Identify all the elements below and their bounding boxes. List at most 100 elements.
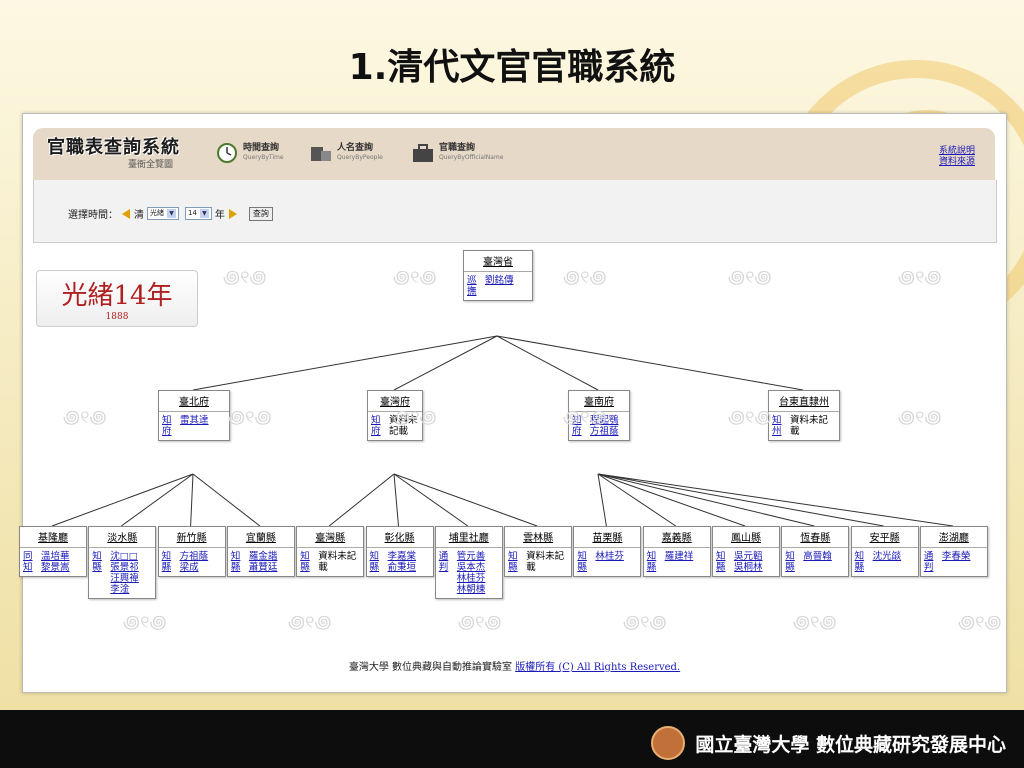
- unit-name-link[interactable]: 彰化縣: [366, 527, 433, 548]
- node-county: 鳳山縣知縣 吳元韜 吳桐林: [712, 526, 780, 577]
- official-name-link[interactable]: 張景祁: [110, 562, 139, 573]
- official-name-link[interactable]: 沈□□: [110, 551, 139, 562]
- cloud-pattern-icon: ꩜୧꩜: [728, 407, 772, 428]
- node-county: 彰化縣知縣 李嘉棠 俞秉垣: [365, 526, 434, 577]
- unit-name-link[interactable]: 基隆廳: [20, 527, 86, 548]
- node-county: 雲林縣 知縣 資料未記載: [504, 526, 573, 577]
- tree-connector-line: [496, 335, 599, 391]
- official-name-link[interactable]: 梁成: [180, 562, 209, 573]
- unit-name-link[interactable]: 臺灣省: [464, 251, 532, 272]
- node-county: 宜蘭縣知縣 羅金諧 蕭贊廷: [226, 526, 295, 577]
- cloud-pattern-icon: ꩜୧꩜: [123, 612, 167, 633]
- official-name-link[interactable]: 劉銘傳: [485, 275, 514, 286]
- office-title-link[interactable]: 知府: [162, 415, 174, 437]
- official-name-link[interactable]: 溫培華: [41, 551, 70, 562]
- cloud-pattern-icon: ꩜୧꩜: [898, 407, 942, 428]
- unit-name-link[interactable]: 鳳山縣: [713, 527, 779, 548]
- cloud-pattern-icon: ꩜୧꩜: [728, 267, 772, 288]
- unit-name-link[interactable]: 宜蘭縣: [227, 527, 294, 548]
- copyright-link[interactable]: 版權所有 (C) All Rights Reserved.: [515, 662, 680, 673]
- cloud-pattern-icon: ꩜୧꩜: [63, 407, 107, 428]
- office-title-link[interactable]: 巡撫: [467, 275, 479, 297]
- node-county: 臺灣縣知縣 資料未記載: [296, 526, 365, 577]
- node-prefecture: 臺北府 知府 雷其達: [158, 390, 230, 441]
- official-name-link[interactable]: 吳本杰: [457, 562, 486, 573]
- office-title-link[interactable]: 知縣: [92, 551, 104, 595]
- tree-connector-line: [496, 335, 804, 391]
- official-name-link[interactable]: 管元善: [457, 551, 486, 562]
- cloud-pattern-icon: ꩜୧꩜: [393, 267, 437, 288]
- tree-connector-line: [393, 335, 498, 391]
- official-name-link[interactable]: 李春榮: [942, 551, 971, 562]
- official-name-link[interactable]: 沈光燄: [873, 551, 902, 562]
- official-name-link[interactable]: 羅建祥: [665, 551, 694, 562]
- unit-name-link[interactable]: 苗栗縣: [574, 527, 641, 548]
- office-title-link[interactable]: 知縣: [716, 551, 728, 573]
- office-title-link[interactable]: 知縣: [508, 551, 520, 573]
- unit-name-link[interactable]: 嘉義縣: [643, 527, 710, 548]
- tree-connector-line: [192, 473, 261, 527]
- office-title-link[interactable]: 知縣: [162, 551, 174, 573]
- office-title-link[interactable]: 同知: [23, 551, 35, 573]
- tree-connector-line: [190, 473, 194, 527]
- official-name-link[interactable]: 吳元韜: [734, 551, 763, 562]
- tree-connector-line: [597, 473, 953, 527]
- cloud-pattern-icon: ꩜୧꩜: [458, 612, 502, 633]
- node-county: 澎湖廳通判 李春榮: [919, 526, 988, 577]
- unit-name-link[interactable]: 臺北府: [159, 391, 229, 412]
- unit-name-link[interactable]: 台東直隸州: [769, 391, 839, 412]
- unit-name-link[interactable]: 淡水縣: [89, 527, 156, 548]
- cloud-pattern-icon: ꩜୧꩜: [793, 612, 837, 633]
- cloud-pattern-icon: ꩜୧꩜: [563, 267, 607, 288]
- official-name-link[interactable]: 雷其達: [180, 415, 209, 426]
- node-province: 臺灣省巡撫 劉銘傳: [463, 250, 533, 301]
- office-title-link[interactable]: 知縣: [300, 551, 312, 573]
- unit-name-link[interactable]: 澎湖廳: [920, 527, 987, 548]
- office-title-link[interactable]: 通判: [924, 551, 936, 573]
- office-title-link[interactable]: 知縣: [647, 551, 659, 573]
- node-county: 埔里社廳通判 管元善 吳本杰 林桂芬 林朝棟: [434, 526, 503, 599]
- official-name-link[interactable]: 林桂芬: [457, 573, 486, 584]
- office-title-link[interactable]: 知縣: [231, 551, 243, 573]
- official-name-link[interactable]: 吳桐林: [734, 562, 763, 573]
- no-record-text: 資料未記載: [318, 551, 357, 573]
- unit-name-link[interactable]: 新竹縣: [158, 527, 225, 548]
- official-name-link[interactable]: 羅金諧: [249, 551, 278, 562]
- node-county: 安平縣知縣 沈光燄: [850, 526, 919, 577]
- office-title-link[interactable]: 知州: [772, 415, 784, 437]
- tree-connector-line: [597, 473, 676, 527]
- official-name-link[interactable]: 俞秉垣: [388, 562, 417, 573]
- office-title-link[interactable]: 通判: [439, 551, 451, 595]
- tree-connector-line: [393, 473, 399, 527]
- node-county: 恆春縣知縣 高晉翰: [781, 526, 850, 577]
- cloud-pattern-icon: ꩜୧꩜: [393, 407, 437, 428]
- office-title-link[interactable]: 知縣: [785, 551, 797, 573]
- cloud-pattern-icon: ꩜୧꩜: [563, 407, 607, 428]
- tree-connector-line: [597, 473, 884, 527]
- official-name-link[interactable]: 高晉翰: [803, 551, 832, 562]
- official-name-link[interactable]: 方祖蔭: [180, 551, 209, 562]
- official-name-link[interactable]: 蕭贊廷: [249, 562, 278, 573]
- office-title-link[interactable]: 知府: [371, 415, 383, 437]
- office-title-link[interactable]: 知縣: [855, 551, 867, 573]
- official-name-link[interactable]: 林桂芬: [595, 551, 624, 562]
- official-name-link[interactable]: 汪興禕: [110, 573, 139, 584]
- official-name-link[interactable]: 李嘉棠: [388, 551, 417, 562]
- tree-connector-line: [597, 473, 607, 527]
- tree-connector-line: [328, 473, 395, 527]
- cloud-pattern-icon: ꩜୧꩜: [288, 612, 332, 633]
- tree-connector-line: [597, 473, 815, 527]
- office-title-link[interactable]: 知縣: [370, 551, 382, 573]
- unit-name-link[interactable]: 雲林縣: [505, 527, 572, 548]
- unit-name-link[interactable]: 臺灣縣: [297, 527, 364, 548]
- footer-text: 臺灣大學 數位典藏與自動推論實驗室: [348, 662, 516, 673]
- official-name-link[interactable]: 黎景嵩: [41, 562, 70, 573]
- office-title-link[interactable]: 知縣: [577, 551, 589, 573]
- official-name-link[interactable]: 林朝棟: [457, 584, 486, 595]
- unit-name-link[interactable]: 恆春縣: [782, 527, 849, 548]
- unit-name-link[interactable]: 安平縣: [851, 527, 918, 548]
- unit-name-link[interactable]: 埔里社廳: [435, 527, 502, 548]
- official-name-link[interactable]: 李淦: [110, 584, 139, 595]
- university-seal-icon: [651, 726, 686, 760]
- node-county: 基隆廳同知 溫培華 黎景嵩: [19, 526, 87, 577]
